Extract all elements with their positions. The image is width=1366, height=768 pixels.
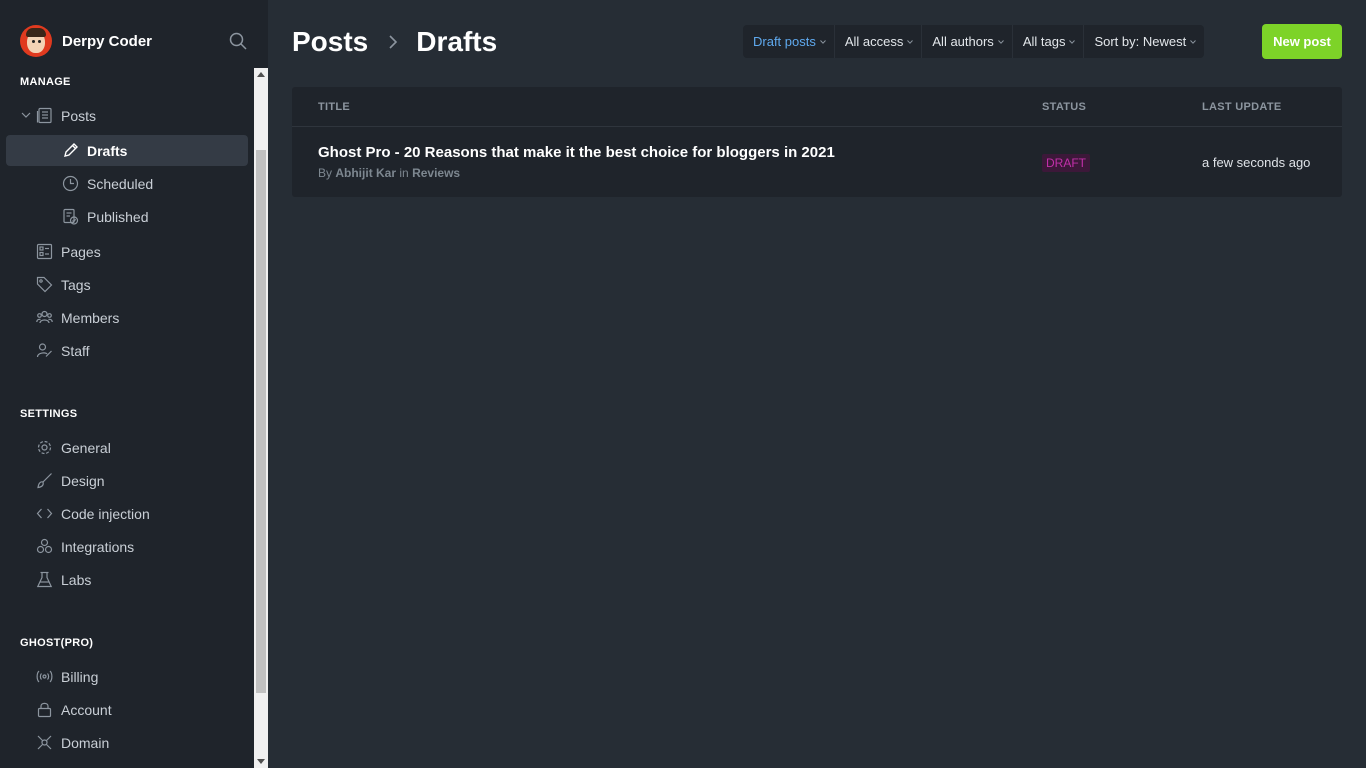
chevron-down-icon [819,40,826,44]
section-label-ghost-pro: GHOST(PRO) [20,637,94,649]
post-author: Abhijit Kar [335,166,397,180]
column-header-status: STATUS [1042,101,1087,113]
table-divider [292,126,1342,127]
sidebar-item-billing[interactable]: Billing [6,661,248,692]
sidebar-item-code-injection[interactable]: Code injection [6,498,248,529]
tag-icon [36,276,53,293]
sidebar-item-labs[interactable]: Labs [6,564,248,595]
filter-access[interactable]: All access [835,25,923,58]
billing-icon [36,670,53,683]
sidebar-item-general[interactable]: General [6,432,248,463]
filter-tags[interactable]: All tags [1013,25,1085,58]
sidebar-item-integrations[interactable]: Integrations [6,531,248,562]
sidebar-scrollbar[interactable] [254,68,268,768]
column-header-last-update: LAST UPDATE [1202,101,1282,113]
chevron-right-icon [389,35,398,49]
domain-icon [37,735,52,750]
sidebar-item-label: General [61,440,111,456]
staff-icon [36,343,52,358]
sidebar-item-label: Members [61,310,120,326]
sidebar-item-label: Published [87,209,149,225]
filter-sort[interactable]: Sort by: Newest [1084,25,1204,58]
sidebar-item-pages[interactable]: Pages [6,236,248,267]
sidebar-item-label: Billing [61,669,99,685]
post-meta: By Abhijit Kar in Reviews [318,166,460,180]
sidebar-item-domain[interactable]: Domain [6,727,248,758]
sidebar-nav: MANAGE Posts Drafts Scheduled Published … [0,68,254,768]
site-name[interactable]: Derpy Coder [62,33,152,50]
filter-bar: Draft posts All access All authors All t… [743,25,1205,58]
code-icon [36,508,53,519]
posts-icon [36,107,52,124]
pages-icon [36,243,53,260]
sidebar-item-members[interactable]: Members [6,302,248,333]
scroll-up-arrow-icon[interactable] [257,72,265,77]
chevron-down-icon [997,40,1004,44]
sidebar-item-label: Code injection [61,506,150,522]
sidebar-item-label: Staff [61,343,90,359]
brush-icon [37,473,52,489]
sidebar-item-scheduled[interactable]: Scheduled [6,168,248,199]
sidebar-item-posts[interactable]: Posts [6,100,248,131]
scroll-down-arrow-icon[interactable] [257,759,265,764]
chevron-down-icon [1069,40,1076,44]
sidebar-item-label: Domain [61,735,110,751]
sidebar-item-label: Scheduled [87,176,154,192]
lock-icon [37,702,52,718]
pencil-icon [64,143,78,157]
filter-access-label: All access [844,34,904,49]
filter-authors[interactable]: All authors [922,25,1013,58]
sidebar-item-label: Tags [61,277,91,293]
sidebar-item-design[interactable]: Design [6,465,248,496]
sidebar-item-published[interactable]: Published [6,201,248,232]
post-meta-by: By [318,166,333,180]
breadcrumb-posts[interactable]: Posts [292,26,368,58]
filter-authors-label: All authors [932,34,994,49]
chevron-down-icon [1190,40,1197,44]
search-icon[interactable] [229,32,247,50]
sidebar-item-tags[interactable]: Tags [6,269,248,300]
sidebar-item-label: Account [61,702,112,718]
section-label-manage: MANAGE [20,76,71,88]
sidebar-item-account[interactable]: Account [6,694,248,725]
brand[interactable]: Derpy Coder [0,0,268,70]
sidebar-item-label: Design [61,473,105,489]
post-tag: Reviews [412,166,461,180]
column-header-title: TITLE [318,101,351,113]
clock-icon [62,175,79,192]
page-title: Drafts [416,26,498,57]
sidebar-item-label: Posts [61,108,97,124]
gear-icon [37,440,52,455]
breadcrumb: Posts Drafts [292,25,497,59]
posts-table: TITLE STATUS LAST UPDATE Ghost Pro - 20 … [292,87,1342,197]
post-last-update: a few seconds ago [1202,155,1311,170]
filter-type[interactable]: Draft posts [743,25,835,58]
chevron-down-icon [907,40,914,44]
status-badge: DRAFT [1042,154,1090,172]
chevron-down-icon[interactable] [20,109,32,121]
sidebar-item-staff[interactable]: Staff [6,335,248,366]
post-title[interactable]: Ghost Pro - 20 Reasons that make it the … [318,144,835,161]
filter-type-label: Draft posts [753,34,816,49]
published-icon [63,208,79,225]
post-meta-in: in [399,166,409,180]
filter-tags-label: All tags [1022,34,1066,49]
sidebar-item-label: Labs [61,572,92,588]
section-label-settings: SETTINGS [20,408,78,420]
members-icon [36,310,53,324]
sidebar-item-label: Integrations [61,539,135,555]
sidebar-item-label: Pages [61,244,101,260]
scrollbar-thumb[interactable] [256,150,266,693]
sidebar-item-drafts[interactable]: Drafts [6,135,248,166]
integrations-icon [36,538,53,554]
flask-icon [36,571,53,588]
sidebar: Derpy Coder MANAGE Posts Drafts Schedule… [0,0,268,768]
filter-sort-label: Sort by: Newest [1094,34,1187,49]
new-post-button[interactable]: New post [1262,24,1342,59]
derpy-avatar-icon[interactable] [20,25,52,57]
sidebar-item-label: Drafts [87,143,128,159]
